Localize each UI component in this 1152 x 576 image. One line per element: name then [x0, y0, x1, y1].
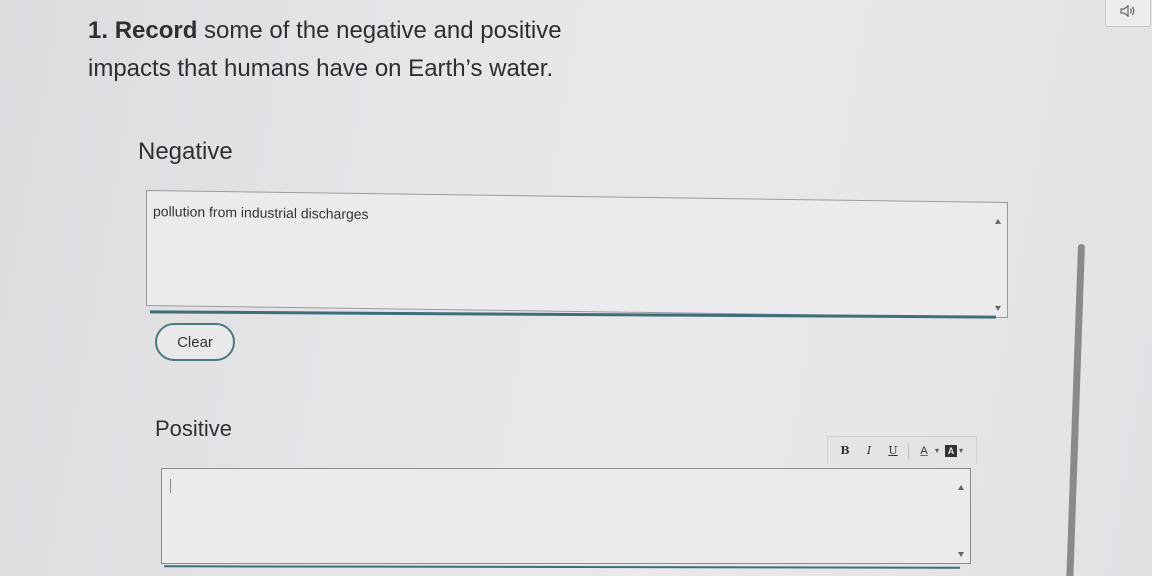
question-number: 1.	[88, 17, 109, 44]
scroll-down-arrow-icon[interactable]	[995, 305, 1001, 311]
font-color-caret-icon[interactable]: ▾	[935, 446, 939, 455]
question-bold-word: Record	[114, 17, 198, 44]
underline-button[interactable]: U	[884, 442, 902, 460]
scroll-up-arrow-icon[interactable]	[958, 485, 964, 490]
background-color-caret-icon[interactable]: ▾	[959, 446, 963, 455]
negative-textarea-value: pollution from industrial discharges	[153, 203, 369, 223]
font-color-button[interactable]: A	[915, 442, 933, 460]
bold-button[interactable]: B	[836, 442, 854, 460]
formatting-toolbar: B I U A ▾ A ▾	[827, 436, 977, 464]
scroll-up-arrow-icon[interactable]	[995, 218, 1001, 224]
question-line1: some of the negative and positive	[197, 17, 562, 44]
negative-textarea[interactable]: pollution from industrial discharges	[146, 189, 1008, 319]
toolbar-divider	[908, 442, 909, 459]
positive-field-underline	[163, 565, 961, 569]
text-to-speech-button[interactable]	[1105, 0, 1151, 27]
background-color-button[interactable]: A	[945, 444, 958, 457]
italic-button[interactable]: I	[860, 442, 878, 460]
question-text: 1. Record some of the negative and posit…	[88, 12, 688, 88]
scroll-down-arrow-icon[interactable]	[958, 552, 964, 557]
text-cursor	[170, 479, 171, 493]
speaker-icon	[1119, 4, 1137, 23]
positive-label: Positive	[155, 416, 233, 441]
positive-textarea[interactable]	[161, 468, 971, 564]
negative-label: Negative	[138, 138, 233, 165]
page-scrollbar[interactable]	[1066, 244, 1085, 576]
question-line2: impacts that humans have on Earth’s wate…	[88, 55, 554, 82]
clear-button[interactable]: Clear	[155, 323, 235, 361]
